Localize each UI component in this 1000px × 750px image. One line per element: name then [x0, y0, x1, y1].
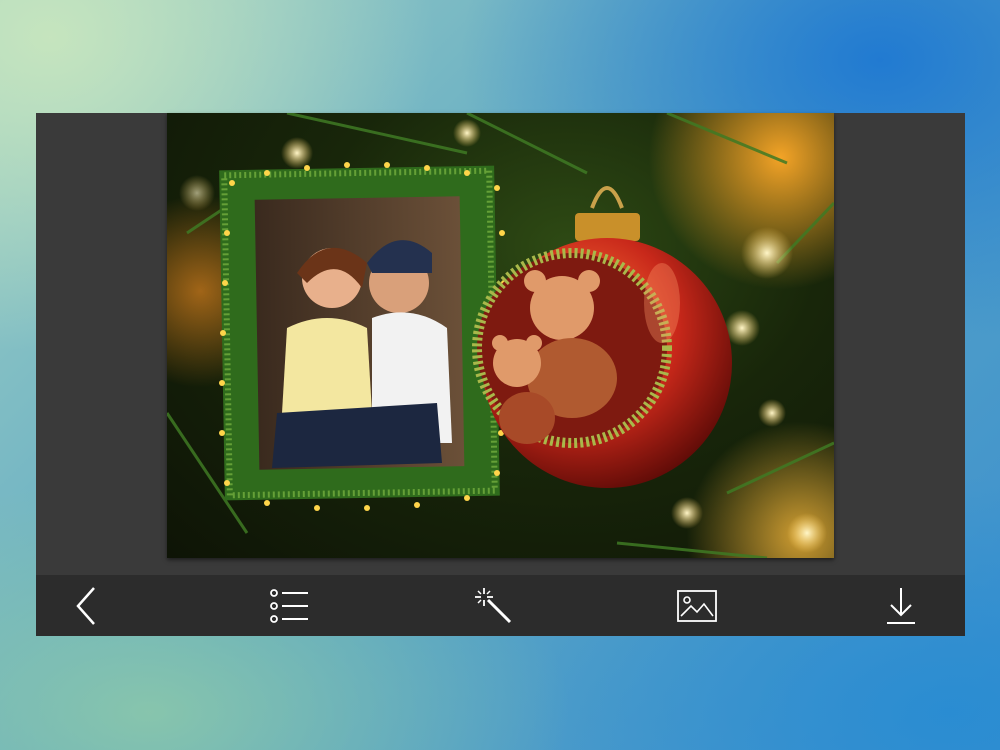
bottom-toolbar [36, 575, 965, 636]
back-arrow-icon [74, 586, 98, 626]
list-icon [269, 588, 310, 623]
effects-button[interactable] [464, 581, 524, 631]
download-button[interactable] [871, 581, 931, 631]
editor-panel [36, 113, 965, 575]
christmas-ornament [472, 186, 732, 488]
gallery-button[interactable] [667, 581, 727, 631]
frames-list-button[interactable] [260, 581, 320, 631]
magic-wand-icon [474, 586, 514, 626]
photo-canvas[interactable] [167, 113, 834, 558]
couple-figures [272, 240, 452, 468]
back-button[interactable] [56, 581, 116, 631]
image-icon [677, 589, 718, 622]
photo-illustration [167, 113, 834, 558]
download-icon [885, 586, 917, 626]
christmas-frame [219, 162, 508, 511]
